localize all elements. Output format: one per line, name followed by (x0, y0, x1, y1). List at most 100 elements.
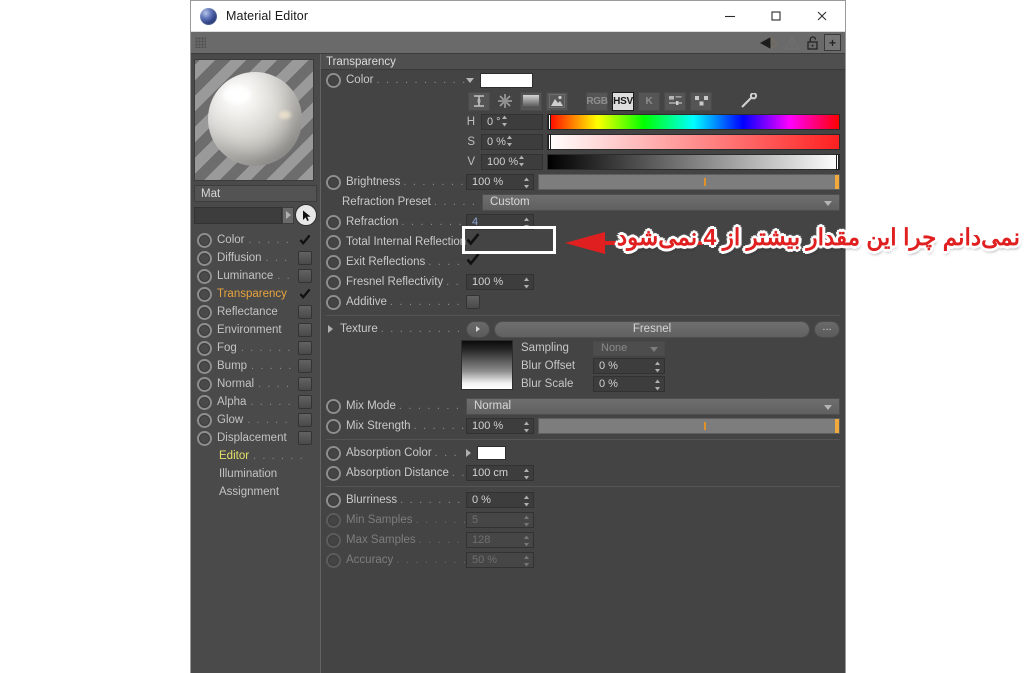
channel-checkbox[interactable] (298, 377, 312, 391)
search-input[interactable] (194, 206, 282, 224)
sidebar-item-assignment[interactable]: Assignment (191, 483, 320, 501)
color-radio-icon[interactable] (326, 72, 341, 88)
image-icon[interactable] (546, 91, 568, 111)
mix-mode-dropdown[interactable]: Normal (466, 397, 840, 415)
channel-radio-icon[interactable] (197, 250, 212, 266)
texture-more-button[interactable]: ... (814, 320, 840, 338)
spinner-icon[interactable] (523, 217, 530, 229)
tir-checkbox[interactable] (466, 233, 480, 251)
spinner-icon[interactable] (518, 155, 525, 170)
sidebar-item-editor[interactable]: Editor . . . . . . (191, 447, 320, 465)
blur-offset-input[interactable]: 0 % (593, 358, 665, 374)
sidebar-item-fog[interactable]: Fog . . . . . . . . (191, 339, 320, 357)
saturation-slider[interactable] (547, 134, 840, 150)
absorption-color-radio-icon[interactable] (326, 445, 341, 461)
slider-knob[interactable] (835, 419, 839, 433)
sidebar-item-alpha[interactable]: Alpha . . . . . . . (191, 393, 320, 411)
channel-checkbox[interactable] (298, 323, 312, 337)
channel-radio-icon[interactable] (197, 232, 212, 248)
absorption-distance-input[interactable]: 100 cm (466, 465, 534, 481)
channel-checkbox[interactable] (298, 359, 312, 373)
sidebar-item-glow[interactable]: Glow . . . . . . . . (191, 411, 320, 429)
sidebar-item-illumination[interactable]: Illumination (191, 465, 320, 483)
channel-radio-icon[interactable] (197, 340, 212, 356)
channel-checkbox[interactable] (298, 233, 312, 247)
channel-checkbox[interactable] (298, 395, 312, 409)
exit-reflections-checkbox[interactable] (466, 253, 480, 271)
close-button[interactable] (799, 1, 845, 32)
value-handle[interactable] (836, 154, 839, 170)
mix-strength-radio-icon[interactable] (326, 418, 341, 434)
triangle-right-icon[interactable] (466, 449, 471, 457)
pointer-arrow-icon[interactable] (295, 204, 317, 226)
maximize-button[interactable] (753, 1, 799, 32)
refraction-input[interactable]: 4 (466, 214, 534, 230)
sidebar-item-displacement[interactable]: Displacement (191, 429, 320, 447)
refraction-radio-icon[interactable] (326, 214, 341, 230)
mix-strength-input[interactable]: 100 % (466, 418, 534, 434)
spinner-icon[interactable] (506, 135, 513, 150)
channel-radio-icon[interactable] (197, 376, 212, 392)
sidebar-item-normal[interactable]: Normal . . . . . . (191, 375, 320, 393)
spinner-icon[interactable] (523, 177, 530, 189)
channel-radio-icon[interactable] (197, 268, 212, 284)
sampling-dropdown[interactable]: None (593, 340, 665, 356)
fresnel-input[interactable]: 100 % (466, 274, 534, 290)
sidebar-item-luminance[interactable]: Luminance . . (191, 267, 320, 285)
eyedropper-icon[interactable] (738, 92, 760, 111)
exit-reflections-radio-icon[interactable] (326, 254, 341, 270)
triangle-right-icon[interactable] (328, 325, 333, 333)
tir-radio-icon[interactable] (326, 234, 341, 250)
hue-input[interactable]: 0 ° (481, 114, 543, 130)
channel-checkbox[interactable] (298, 413, 312, 427)
spinner-icon[interactable] (523, 468, 530, 480)
channel-checkbox[interactable] (298, 287, 312, 301)
sliders-icon[interactable] (664, 91, 686, 111)
rgb-mode-button[interactable]: RGB (586, 91, 608, 111)
blurriness-radio-icon[interactable] (326, 492, 341, 508)
minimize-button[interactable] (707, 1, 753, 32)
spinner-icon[interactable] (523, 495, 530, 507)
spinner-icon[interactable] (523, 421, 530, 433)
color-swatch[interactable] (480, 72, 533, 88)
texture-name-button[interactable]: Fresnel (494, 320, 810, 338)
brightness-slider[interactable] (538, 174, 840, 190)
spinner-icon[interactable] (654, 361, 661, 373)
blur-scale-input[interactable]: 0 % (593, 376, 665, 392)
triangle-left-icon[interactable] (758, 35, 778, 51)
refraction-preset-dropdown[interactable]: Custom (482, 193, 840, 211)
lock-open-icon[interactable] (806, 35, 820, 51)
sidebar-item-transparency[interactable]: Transparency (191, 285, 320, 303)
texture-thumbnail[interactable] (461, 340, 513, 390)
saturation-input[interactable]: 0 % (481, 134, 543, 150)
channel-checkbox[interactable] (298, 431, 312, 445)
slider-knob[interactable] (835, 175, 839, 189)
kelvin-mode-button[interactable]: K (638, 91, 660, 111)
channel-radio-icon[interactable] (197, 286, 212, 302)
channel-radio-icon[interactable] (197, 358, 212, 374)
channel-checkbox[interactable] (298, 251, 312, 265)
channel-radio-icon[interactable] (197, 322, 212, 338)
channel-checkbox[interactable] (298, 305, 312, 319)
additive-checkbox[interactable] (466, 295, 480, 309)
range-icon[interactable] (468, 91, 490, 111)
brightness-radio-icon[interactable] (326, 174, 341, 190)
hue-handle[interactable] (548, 114, 551, 130)
triangle-down-icon[interactable] (466, 77, 474, 83)
sidebar-item-environment[interactable]: Environment (191, 321, 320, 339)
texture-play-button[interactable] (466, 320, 490, 338)
channel-checkbox[interactable] (298, 269, 312, 283)
spinner-icon[interactable] (523, 277, 530, 289)
sidebar-item-reflectance[interactable]: Reflectance (191, 303, 320, 321)
channel-radio-icon[interactable] (197, 412, 212, 428)
value-input[interactable]: 100 % (481, 154, 543, 170)
material-preview[interactable] (194, 59, 314, 181)
plus-icon[interactable]: + (824, 34, 841, 51)
channel-checkbox[interactable] (298, 341, 312, 355)
absorption-distance-radio-icon[interactable] (326, 465, 341, 481)
channel-radio-icon[interactable] (197, 394, 212, 410)
search-dropdown-arrow[interactable] (282, 206, 294, 224)
fresnel-radio-icon[interactable] (326, 274, 341, 290)
swatches-icon[interactable] (690, 91, 712, 111)
channel-radio-icon[interactable] (197, 304, 212, 320)
